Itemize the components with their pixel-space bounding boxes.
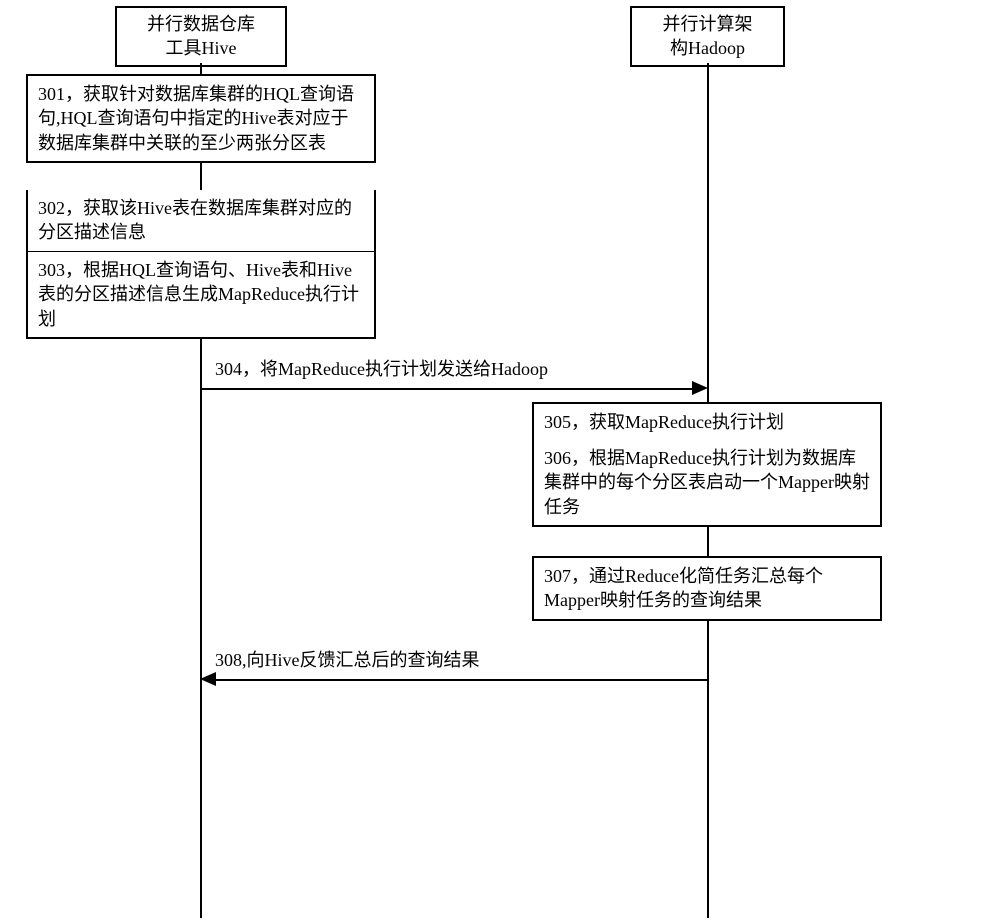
sequence-diagram: 并行数据仓库 工具Hive 并行计算架 构Hadoop 301，获取针对数据库集…	[0, 0, 1000, 922]
step-305: 305，获取MapReduce执行计划	[532, 402, 882, 442]
participant-hive-line2: 工具Hive	[125, 36, 277, 60]
participant-hadoop-line2: 构Hadoop	[640, 36, 775, 60]
msg-304-arrowhead	[692, 381, 708, 395]
msg-308-arrowhead	[200, 672, 216, 686]
step-306: 306，根据MapReduce执行计划为数据库集群中的每个分区表启动一个Mapp…	[532, 440, 882, 527]
step-301: 301，获取针对数据库集群的HQL查询语句,HQL查询语句中指定的Hive表对应…	[26, 74, 376, 163]
step-305-text: 305，获取MapReduce执行计划	[544, 412, 784, 432]
msg-308-label: 308,向Hive反馈汇总后的查询结果	[215, 648, 480, 672]
msg-308-line	[216, 679, 708, 681]
step-302-text: 302，获取该Hive表在数据库集群对应的分区描述信息	[38, 198, 352, 242]
step-302: 302，获取该Hive表在数据库集群对应的分区描述信息	[26, 190, 376, 253]
participant-hadoop: 并行计算架 构Hadoop	[630, 6, 785, 67]
msg-304-label: 304，将MapReduce执行计划发送给Hadoop	[215, 357, 548, 381]
participant-hadoop-line1: 并行计算架	[640, 12, 775, 36]
step-303-text: 303，根据HQL查询语句、Hive表和Hive表的分区描述信息生成MapRed…	[38, 260, 359, 329]
step-306-text: 306，根据MapReduce执行计划为数据库集群中的每个分区表启动一个Mapp…	[544, 448, 870, 517]
msg-304-line	[200, 388, 692, 390]
step-307: 307，通过Reduce化简任务汇总每个Mapper映射任务的查询结果	[532, 556, 882, 621]
participant-hive: 并行数据仓库 工具Hive	[115, 6, 287, 67]
step-307-text: 307，通过Reduce化简任务汇总每个Mapper映射任务的查询结果	[544, 566, 823, 610]
step-301-text: 301，获取针对数据库集群的HQL查询语句,HQL查询语句中指定的Hive表对应…	[38, 84, 354, 153]
participant-hive-line1: 并行数据仓库	[125, 12, 277, 36]
step-303: 303，根据HQL查询语句、Hive表和Hive表的分区描述信息生成MapRed…	[26, 252, 376, 339]
